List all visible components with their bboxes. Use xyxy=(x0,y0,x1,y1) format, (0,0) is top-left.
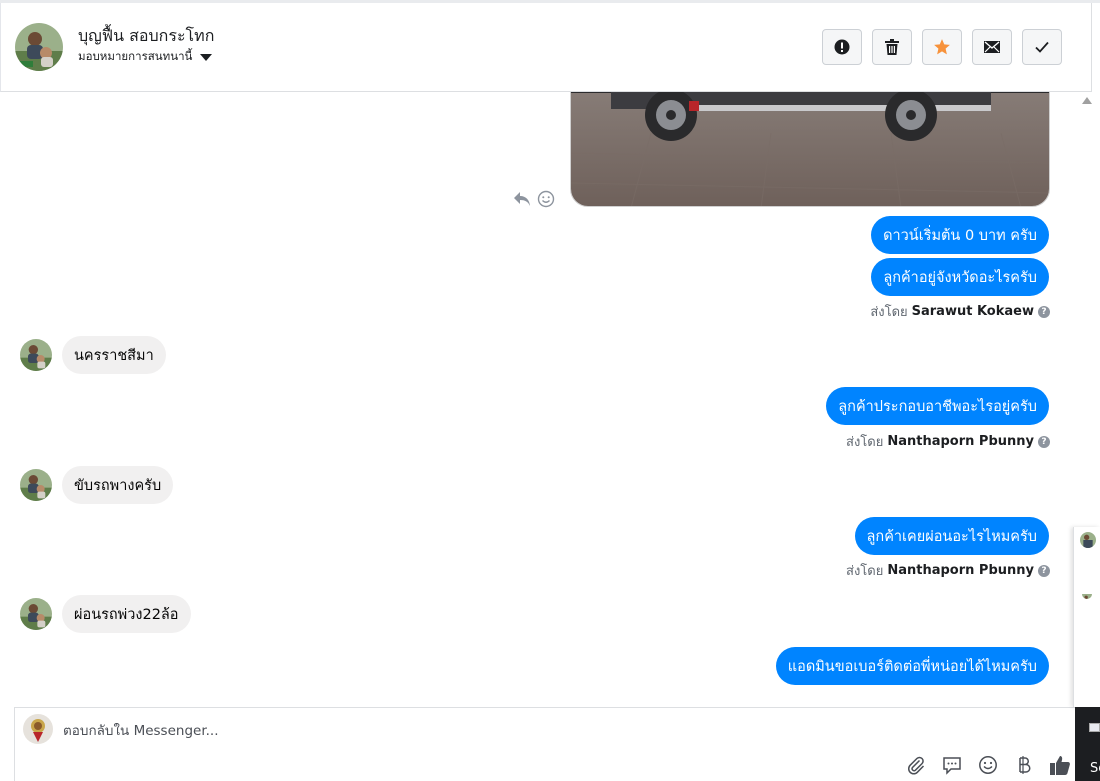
outgoing-message[interactable]: ดาวน์เริ่มต้น 0 บาท ครับ xyxy=(871,216,1049,254)
reply-composer xyxy=(14,707,1078,781)
incoming-message[interactable]: ผ่อนรถพ่วง22ล้อ xyxy=(62,595,191,633)
sent-by-info: ส่งโดย Nanthaporn Pbunny ? xyxy=(846,431,1050,452)
assign-label: มอบหมายการสนทนานี้ xyxy=(78,49,193,63)
sender-name: Nanthaporn Pbunny xyxy=(887,434,1034,449)
scroll-up-arrow-icon[interactable] xyxy=(1082,97,1092,104)
assign-conversation-dropdown[interactable]: มอบหมายการสนทนานี้ xyxy=(78,48,213,66)
checkmark-icon xyxy=(1035,41,1049,53)
side-avatar[interactable] xyxy=(1080,532,1096,548)
side-contacts-panel xyxy=(1073,527,1100,707)
spam-button[interactable] xyxy=(822,29,862,65)
outgoing-message[interactable]: แอดมินขอเบอร์ติดต่อพี่หน่อยได้ไหมครับ xyxy=(775,647,1049,685)
smiley-icon xyxy=(979,756,997,774)
outgoing-message[interactable]: ลูกค้าอยู่จังหวัดอะไรครับ xyxy=(871,258,1049,296)
trash-icon xyxy=(885,39,899,55)
exclamation-icon xyxy=(834,39,850,55)
sent-by-info: ส่งโดย Sarawut Kokaew ? xyxy=(870,301,1050,322)
help-icon[interactable]: ? xyxy=(1038,435,1050,448)
mark-unread-button[interactable] xyxy=(972,29,1012,65)
reply-input[interactable] xyxy=(63,718,863,744)
incoming-message-row: นครราชสีมา xyxy=(20,336,166,374)
contact-avatar-small xyxy=(20,598,52,630)
message-thread[interactable]: ดาวน์เริ่มต้น 0 บาท ครับ ลูกค้าอยู่จังหว… xyxy=(0,92,1080,692)
contact-name: บุญฟื้น สอบกระโทก xyxy=(78,26,215,45)
like-button[interactable] xyxy=(1049,754,1071,776)
saved-replies-button[interactable] xyxy=(941,754,963,776)
react-smiley-icon[interactable] xyxy=(537,190,555,208)
baht-icon xyxy=(1019,756,1031,774)
emoji-button[interactable] xyxy=(977,754,999,776)
outgoing-message[interactable]: ลูกค้าประกอบอาชีพอะไรอยู่ครับ xyxy=(826,387,1049,425)
done-button[interactable] xyxy=(1022,29,1062,65)
star-icon xyxy=(934,39,950,55)
incoming-message-row: ขับรถพางครับ xyxy=(20,466,174,504)
sent-by-info: ส่งโดย Nanthaporn Pbunny ? xyxy=(846,560,1050,581)
shared-car-photo[interactable] xyxy=(570,92,1050,207)
help-icon[interactable]: ? xyxy=(1038,564,1050,577)
composer-actions xyxy=(905,754,1071,776)
star-button[interactable] xyxy=(922,29,962,65)
payment-button[interactable] xyxy=(1013,754,1035,776)
attach-file-button[interactable] xyxy=(905,754,927,776)
sent-by-label: ส่งโดย xyxy=(846,564,884,579)
paperclip-icon xyxy=(908,756,925,775)
contact-avatar-small xyxy=(20,469,52,501)
incoming-message-row: ผ่อนรถพ่วง22ล้อ xyxy=(20,595,191,633)
messenger-inbox-window: บุญฟื้น สอบกระโทก มอบหมายการสนทนานี้ ดาว… xyxy=(0,0,1100,781)
message-actions xyxy=(513,190,555,208)
delete-button[interactable] xyxy=(872,29,912,65)
incoming-message[interactable]: นครราชสีมา xyxy=(62,336,166,374)
contact-avatar-small xyxy=(20,339,52,371)
sent-by-label: ส่งโดย xyxy=(870,305,908,320)
page-avatar xyxy=(23,714,53,744)
sent-by-label: ส่งโดย xyxy=(846,435,884,450)
conversation-header: บุญฟื้น สอบกระโทก มอบหมายการสนทนานี้ xyxy=(0,3,1092,92)
side-dark-panel: Sc xyxy=(1075,707,1100,781)
conversation-toolbar xyxy=(822,29,1062,65)
thumbs-up-icon xyxy=(1050,756,1070,775)
contact-avatar[interactable] xyxy=(15,23,63,71)
outgoing-message[interactable]: ลูกค้าเคยผ่อนอะไรไหมครับ xyxy=(854,517,1049,555)
help-icon[interactable]: ? xyxy=(1038,305,1050,318)
reply-icon[interactable] xyxy=(513,191,531,207)
side-partial-text: Sc xyxy=(1090,761,1100,776)
sender-name: Sarawut Kokaew xyxy=(911,304,1034,319)
window-icon[interactable] xyxy=(1089,723,1100,732)
incoming-message[interactable]: ขับรถพางครับ xyxy=(62,466,174,504)
chat-bubble-icon xyxy=(943,757,961,775)
caret-down-icon xyxy=(200,53,213,61)
sender-name: Nanthaporn Pbunny xyxy=(887,563,1034,578)
envelope-icon xyxy=(984,41,1000,53)
side-avatar[interactable] xyxy=(1082,589,1092,599)
